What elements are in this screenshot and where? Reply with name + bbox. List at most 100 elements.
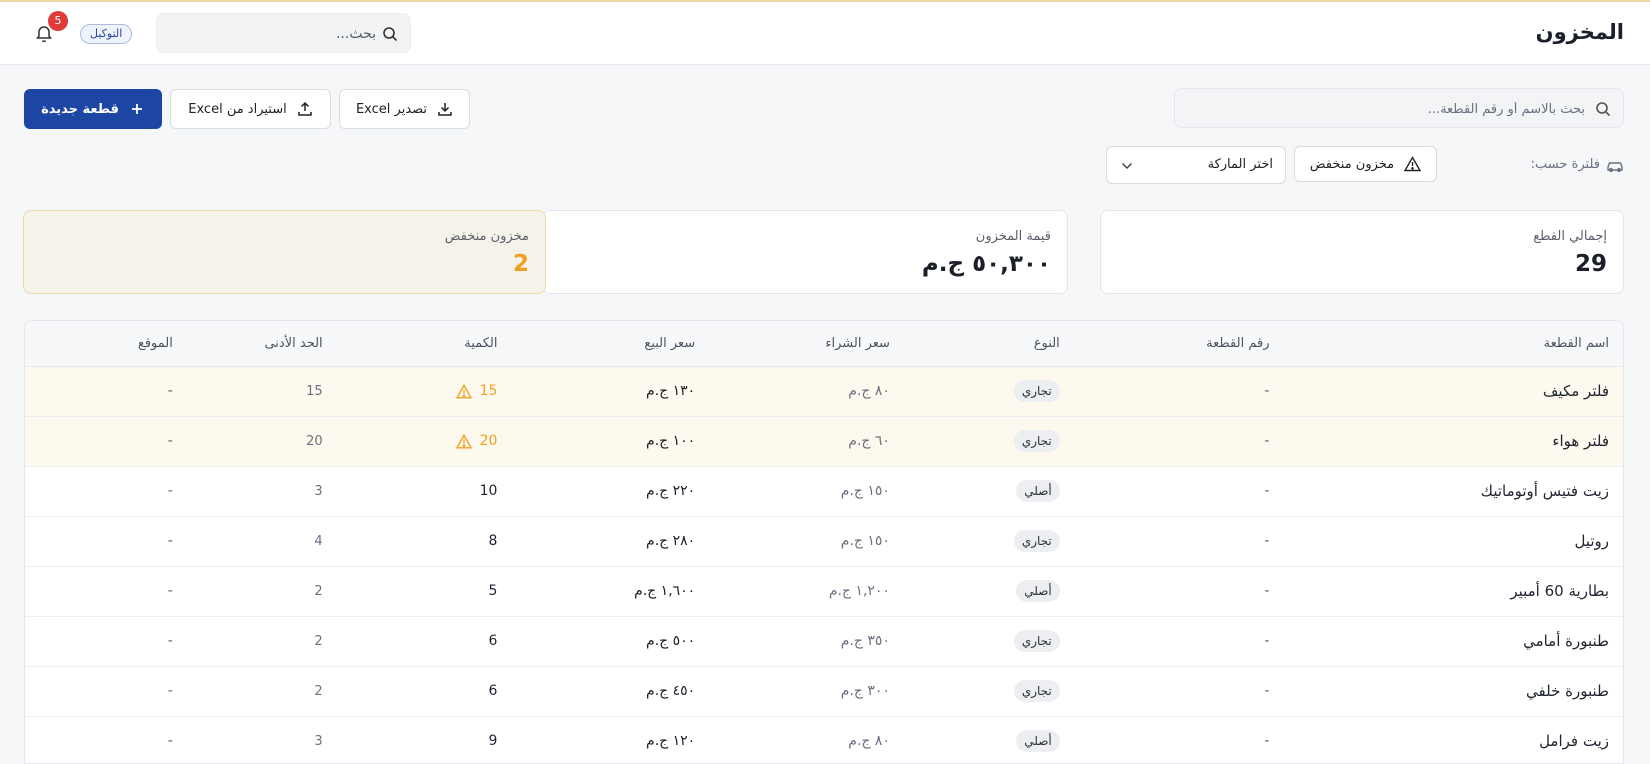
low-stock-filter-label: مخزون منخفض [1309,156,1395,172]
cell-sell-price: ٤٥٠ ج.م [646,683,696,699]
quantity-value: 10 [479,483,498,499]
cell-min: 2 [314,583,323,599]
cell-min: 15 [306,383,323,399]
cell-min: 2 [314,683,323,699]
low-quantity-indicator: 15 [455,383,497,399]
cell-buy-price: ١٥٠ ج.م [840,533,890,549]
quantity-value: 9 [488,733,498,749]
cell-buy-price: ٦٠ ج.م [848,433,890,449]
header-search-input[interactable] [176,23,376,45]
inventory-table: اسم القطعة رقم القطعة النوع سعر الشراء س… [25,321,1623,763]
cell-location: - [167,483,173,499]
table-row[interactable]: فلتر مكيف - تجاري ٨٠ ج.م ١٣٠ ج.م 15 15 - [25,366,1623,416]
type-badge: تجاري [1013,380,1060,402]
parts-search-input[interactable] [1195,98,1585,120]
upload-icon [298,101,312,116]
cell-buy-price: ٨٠ ج.م [848,733,890,749]
cell-name: بطارية 60 أمبير [1510,582,1609,600]
cell-type: تجاري [904,616,1074,666]
brand-select-value: اختر الماركة [1207,157,1273,172]
cell-buy-price: ٣٥٠ ج.م [840,633,890,649]
cell-type: تجاري [904,516,1074,566]
cell-min: 3 [314,483,323,499]
cell-min: 3 [314,733,323,749]
cell-code: - [1264,433,1270,449]
cell-code: - [1264,383,1270,399]
stat-label: إجمالي القطع [1533,229,1607,244]
stat-card-low-stock: مخزون منخفض 2 [23,210,546,294]
stat-value: ٥٠,٣٠٠ ج.م [921,251,1051,277]
stat-value: 29 [1574,251,1607,277]
cell-name: زيت فتيس أوتوماتيك [1480,482,1609,500]
cell-buy-price: ٣٠٠ ج.م [840,683,890,699]
cell-sell-price: ٢٢٠ ج.م [646,483,696,499]
table-row[interactable]: طنبورة أمامي - تجاري ٣٥٠ ج.م ٥٠٠ ج.م 6 2 - [25,616,1623,666]
cell-code: - [1264,683,1270,699]
header-search-box[interactable] [156,13,411,53]
col-header-location: الموقع [137,335,173,351]
table-row[interactable]: فلتر هواء - تجاري ٦٠ ج.م ١٠٠ ج.م 20 20 - [25,416,1623,466]
table-row[interactable]: زيت فرامل - أصلي ٨٠ ج.م ١٢٠ ج.م 9 3 - [25,716,1623,763]
type-badge: تجاري [1013,430,1060,452]
stat-card-total-parts: إجمالي القطع 29 [1100,210,1624,294]
cell-location: - [167,733,173,749]
type-badge: أصلي [1016,580,1060,602]
import-excel-label: استيراد من Excel [188,101,287,117]
cell-buy-price: ٨٠ ج.م [848,383,890,399]
cell-code: - [1264,733,1270,749]
cell-buy-price: ١,٢٠٠ ج.م [828,583,890,599]
cell-sell-price: ٥٠٠ ج.م [646,633,696,649]
cell-name: طنبورة أمامي [1523,632,1609,650]
col-header-code: رقم القطعة [1206,335,1270,351]
cell-quantity: 6 [337,616,512,666]
stat-value: 2 [512,251,529,277]
table-row[interactable]: زيت فتيس أوتوماتيك - أصلي ١٥٠ ج.م ٢٢٠ ج.م 10 3… [25,466,1623,516]
stat-label: مخزون منخفض [444,229,529,244]
brand-select[interactable]: اختر الماركة [1106,146,1286,184]
warning-icon [455,383,472,398]
notification-count-badge: 5 [48,11,68,31]
table-row[interactable]: بطارية 60 أمبير - أصلي ١,٢٠٠ ج.م ١,٦٠٠ ج.م 5 2… [25,566,1623,616]
cell-type: تجاري [904,366,1074,416]
stat-card-inventory-value: قيمة المخزون ٥٠,٣٠٠ ج.م [542,210,1068,294]
table-header-row: اسم القطعة رقم القطعة النوع سعر الشراء س… [25,321,1623,366]
parts-search-box[interactable] [1174,88,1624,128]
warning-icon [1404,156,1422,172]
cell-min: 20 [306,433,323,449]
cell-location: - [167,683,173,699]
cell-quantity: 15 [337,366,512,416]
export-excel-button[interactable]: تصدير Excel [339,89,470,129]
cell-min: 2 [314,633,323,649]
type-badge: تجاري [1013,530,1060,552]
import-excel-button[interactable]: استيراد من Excel [170,89,331,129]
cell-sell-price: ١٢٠ ج.م [646,733,696,749]
type-badge: تجاري [1013,680,1060,702]
cell-name: زيت فرامل [1539,732,1609,750]
col-header-min: الحد الأدنى [264,335,323,351]
quantity-value: 6 [488,633,498,649]
cell-sell-price: ١,٦٠٠ ج.م [634,583,696,599]
cell-sell-price: ١٣٠ ج.م [646,383,696,399]
type-badge: أصلي [1016,730,1060,752]
col-header-name: اسم القطعة [1543,335,1609,351]
cell-location: - [167,433,173,449]
new-part-button[interactable]: قطعة جديدة [24,89,162,129]
table-row[interactable]: روتيل - تجاري ١٥٠ ج.م ٢٨٠ ج.م 8 4 - [25,516,1623,566]
low-stock-filter-button[interactable]: مخزون منخفض [1294,146,1437,182]
cell-location: - [167,583,173,599]
export-excel-label: تصدير Excel [355,101,428,117]
cell-quantity: 5 [337,566,512,616]
agency-badge[interactable]: التوكيل [80,24,133,44]
table-row[interactable]: طنبورة خلفي - تجاري ٣٠٠ ج.م ٤٥٠ ج.م 6 2 - [25,666,1623,716]
cell-code: - [1264,633,1270,649]
cell-name: فلتر مكيف [1542,382,1609,400]
cell-quantity: 8 [337,516,512,566]
col-header-sell-price: سعر البيع [644,335,696,351]
cell-type: أصلي [904,566,1074,616]
quantity-value: 20 [479,433,498,449]
cell-type: تجاري [904,666,1074,716]
cell-type: أصلي [904,466,1074,516]
cell-name: روتيل [1574,532,1609,550]
type-badge: أصلي [1016,480,1060,502]
stat-label: قيمة المخزون [975,229,1051,244]
